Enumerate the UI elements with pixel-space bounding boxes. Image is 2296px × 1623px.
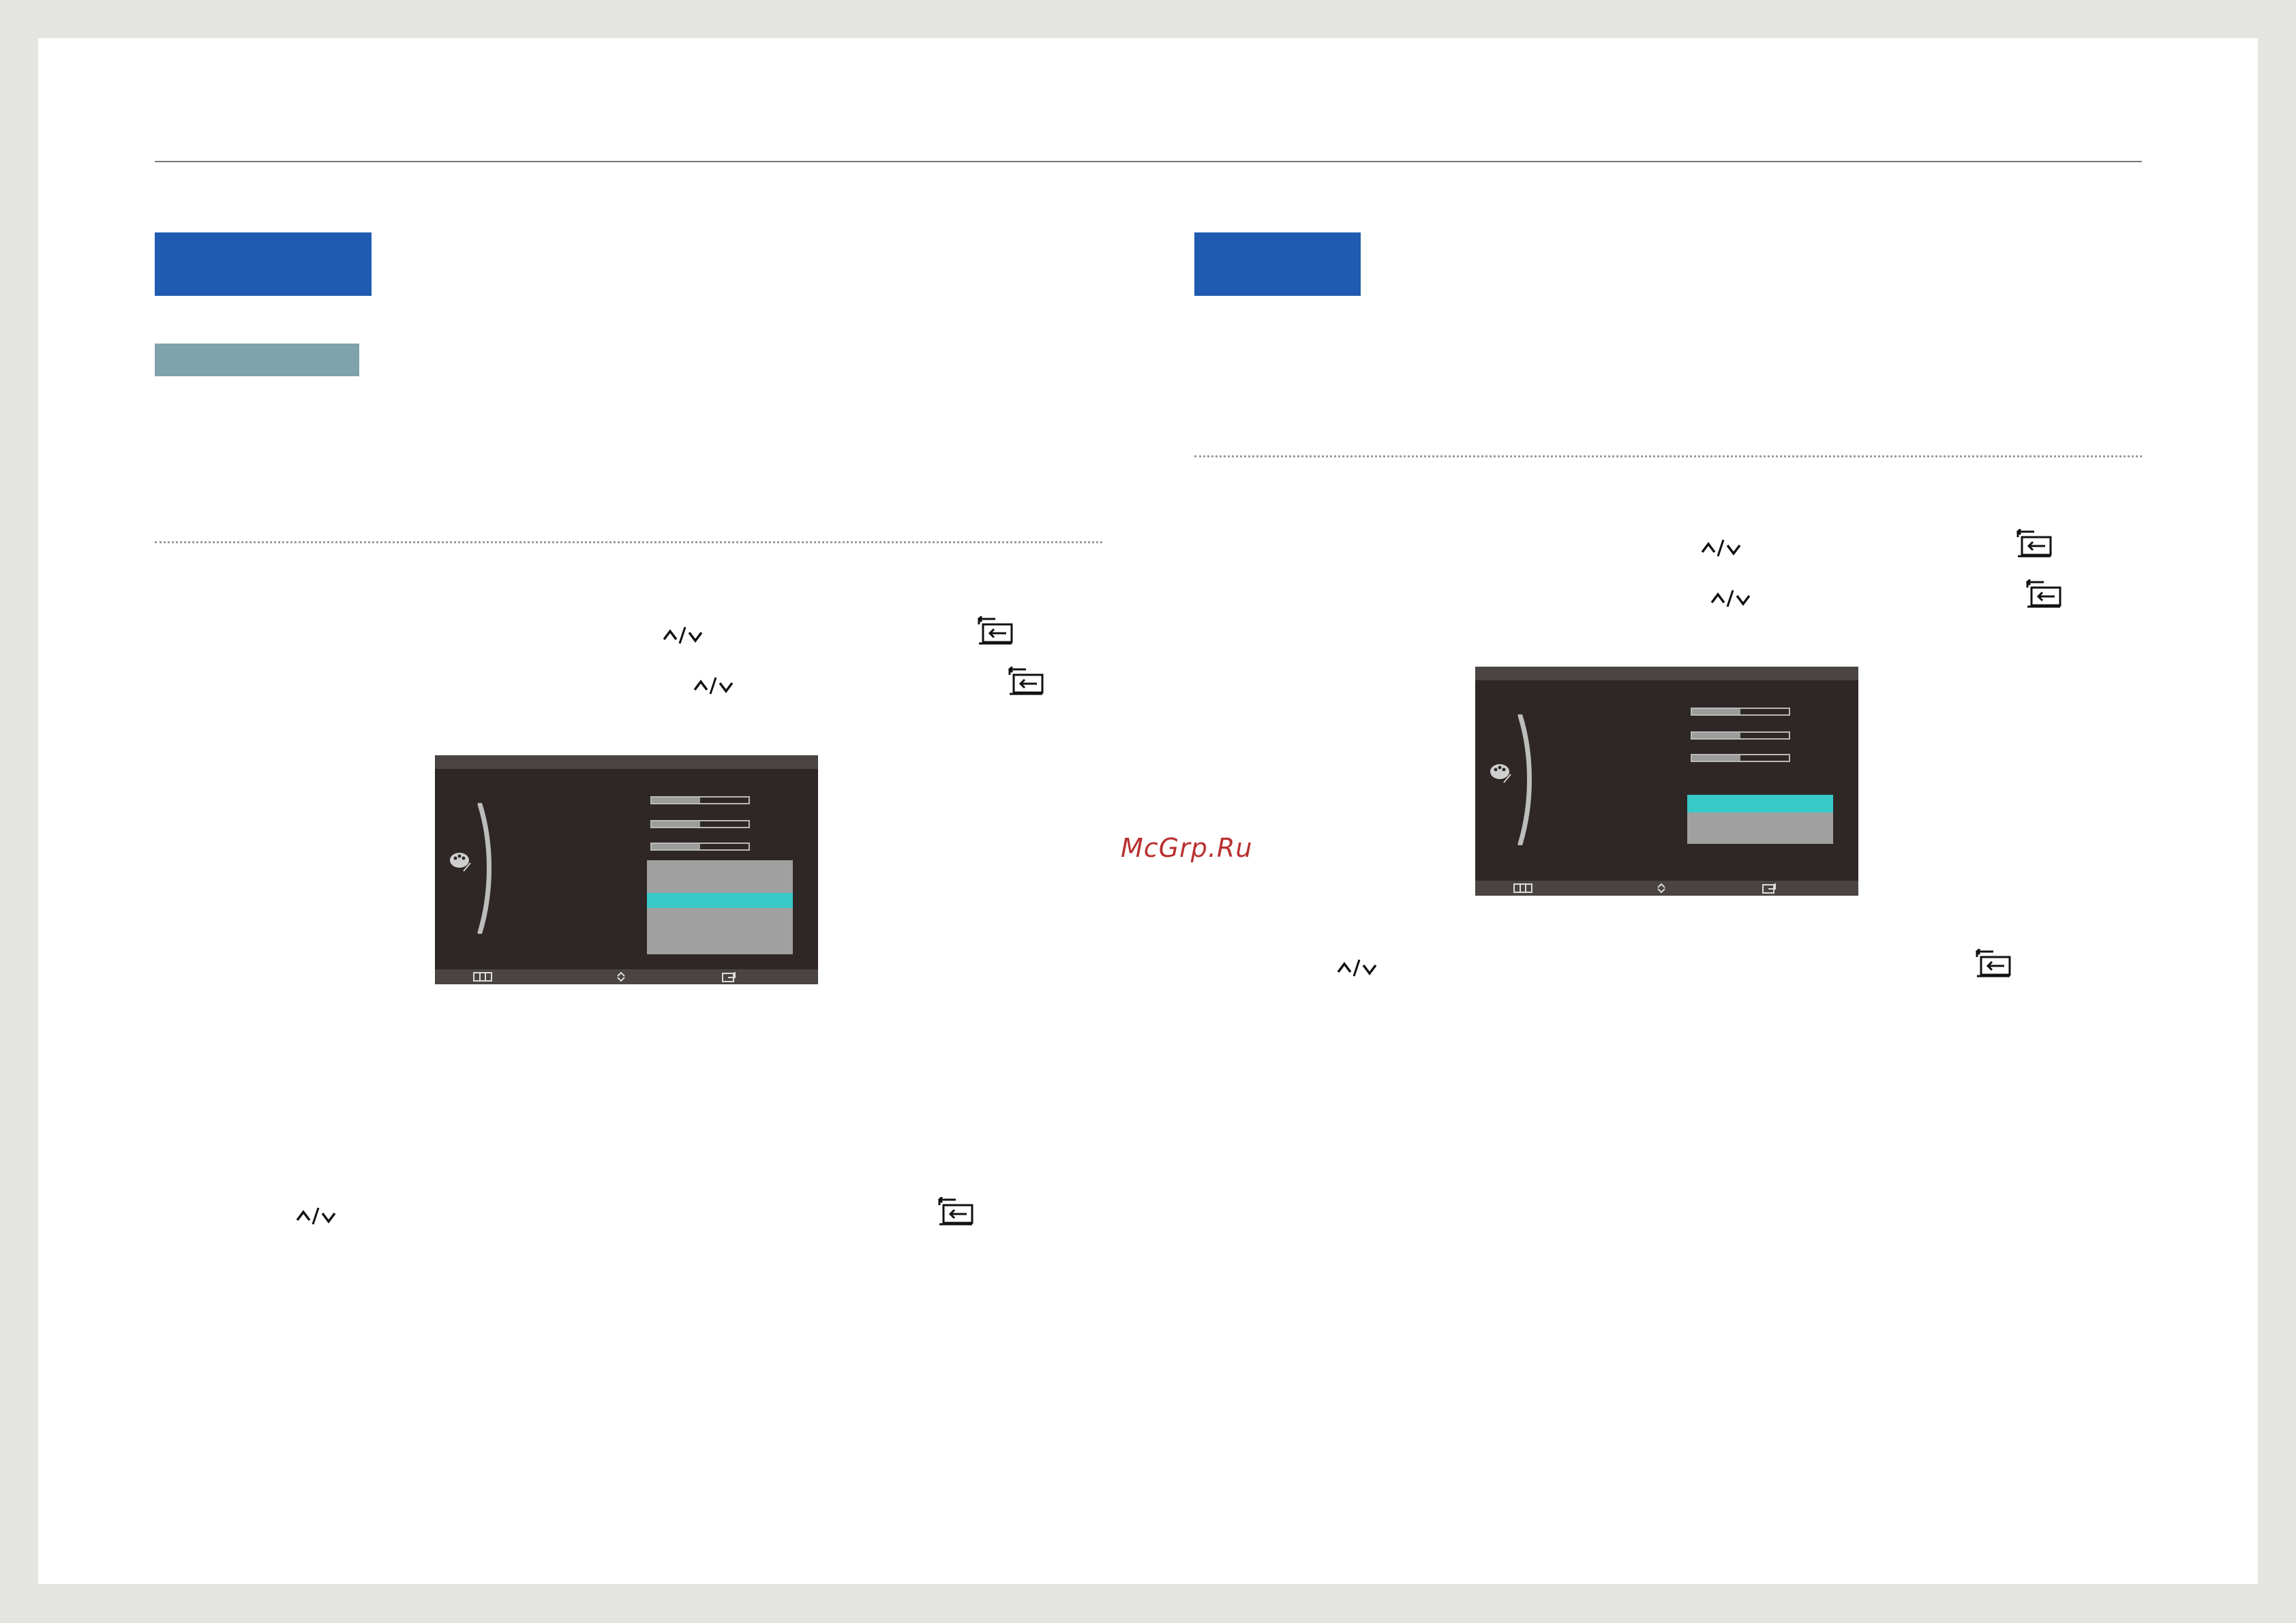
osd-slider-fill: [1692, 755, 1740, 761]
watermark: McGrp.Ru: [1121, 833, 1253, 863]
osd-slider-fill: [1692, 733, 1740, 738]
up-down-nav-icon: [617, 971, 625, 982]
osd-dropdown: [1687, 795, 1833, 844]
source-enter-icon: [977, 616, 1013, 645]
osd-footer: [1475, 881, 1858, 896]
osd-dropdown-selected: [647, 893, 793, 908]
left-dotted-divider: [155, 541, 1102, 543]
osd-slider-fill: [1692, 709, 1740, 714]
osd-slider-3: [1691, 754, 1790, 762]
menu-icon: [473, 972, 492, 982]
osd-titlebar: [435, 755, 818, 769]
up-down-nav-icon: [1657, 883, 1665, 894]
osd-slider-fill: [652, 821, 700, 827]
top-rule: [155, 161, 2142, 162]
osd-menu-left: [435, 755, 818, 984]
manual-page: McGrp.Ru: [38, 38, 2258, 1584]
osd-slider-1: [650, 796, 750, 804]
curved-monitor-icon: [477, 803, 492, 934]
up-down-icon: [693, 677, 734, 695]
right-dotted-divider: [1194, 455, 2142, 457]
source-enter-icon: [1975, 949, 2011, 977]
enter-nav-icon: [1762, 883, 1776, 894]
palette-icon: [450, 853, 471, 872]
up-down-icon: [1710, 590, 1751, 607]
osd-slider-fill: [652, 798, 700, 803]
osd-slider-2: [650, 820, 750, 828]
source-enter-icon: [937, 1197, 973, 1226]
left-heading-box: [155, 232, 372, 296]
source-enter-icon: [2016, 529, 2052, 558]
osd-slider-3: [650, 843, 750, 851]
enter-nav-icon: [722, 972, 736, 982]
osd-menu-right: [1475, 667, 1858, 896]
source-enter-icon: [2025, 579, 2061, 608]
palette-icon: [1490, 764, 1511, 783]
osd-slider-1: [1691, 708, 1790, 716]
osd-slider-fill: [652, 844, 700, 849]
up-down-icon: [1337, 959, 1377, 977]
osd-footer: [435, 969, 818, 984]
up-down-icon: [1701, 539, 1741, 557]
osd-dropdown: [647, 860, 793, 954]
osd-slider-2: [1691, 731, 1790, 740]
up-down-icon: [663, 626, 703, 644]
osd-dropdown-selected: [1687, 795, 1833, 813]
left-subheading-box: [155, 344, 359, 376]
osd-titlebar: [1475, 667, 1858, 680]
right-heading-box: [1194, 232, 1361, 296]
menu-icon: [1513, 883, 1532, 893]
curved-monitor-icon: [1517, 714, 1532, 845]
up-down-icon: [296, 1207, 336, 1225]
source-enter-icon: [1008, 667, 1044, 695]
